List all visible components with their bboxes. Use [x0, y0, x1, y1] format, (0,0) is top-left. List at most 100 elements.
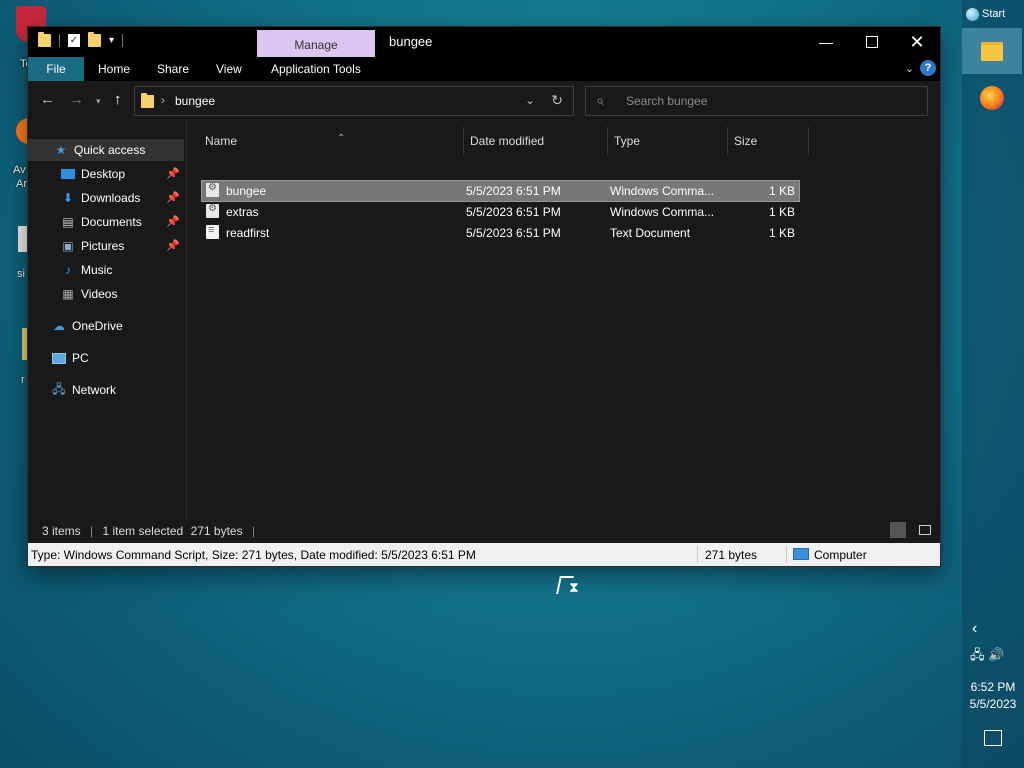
tray-icons: 🖧 🔊	[970, 646, 1004, 668]
firefox-icon[interactable]	[980, 86, 1004, 110]
file-date: 5/5/2023 6:51 PM	[466, 226, 561, 240]
file-date: 5/5/2023 6:51 PM	[466, 184, 561, 198]
desktop-icon	[61, 167, 75, 181]
nav-item-onedrive[interactable]: ☁ OneDrive	[28, 315, 184, 337]
address-bar[interactable]: › bungee ⌄ ↻	[134, 86, 574, 116]
table-row[interactable]: readfirst 5/5/2023 6:51 PM Text Document…	[202, 223, 799, 243]
file-name: readfirst	[226, 226, 270, 240]
text-file-icon	[206, 224, 219, 239]
table-row[interactable]: bungee 5/5/2023 6:51 PM Windows Comma...…	[201, 180, 800, 202]
column-header-name[interactable]: ⌃ Name	[199, 127, 464, 155]
close-button[interactable]: ✕	[894, 27, 940, 57]
window-title: bungee	[389, 34, 433, 49]
search-icon: ⌕	[596, 92, 604, 108]
customize-qat-chevron-icon[interactable]: ▾	[109, 35, 114, 46]
nav-item-label: Music	[81, 263, 113, 277]
tab-file[interactable]: File	[28, 57, 84, 81]
pin-icon[interactable]: 📌	[166, 239, 180, 252]
volume-icon[interactable]: 🔊	[988, 647, 1004, 662]
breadcrumb-chevron-icon[interactable]: ›	[161, 93, 165, 107]
nav-item-desktop[interactable]: Desktop 📌	[28, 163, 184, 185]
maximize-icon	[866, 36, 878, 48]
cmd-script-icon	[206, 182, 219, 197]
pictures-icon: ▣	[62, 239, 74, 253]
breadcrumb-bungee[interactable]: bungee	[175, 94, 215, 108]
ribbon-tabs: File Home Share View Application Tools ⌄…	[28, 57, 940, 81]
tab-home[interactable]: Home	[98, 57, 130, 81]
divider: |	[251, 524, 256, 538]
file-type: Windows Comma...	[610, 205, 715, 219]
maximize-button[interactable]	[849, 27, 895, 57]
start-orb-icon	[966, 7, 979, 21]
column-header-label: Name	[205, 134, 238, 148]
nav-item-downloads[interactable]: ⬇ Downloads 📌	[28, 187, 184, 209]
clock[interactable]: 6:52 PM 5/5/2023	[962, 679, 1024, 713]
ribbon-right-controls: ⌄ ?	[905, 60, 936, 76]
details-bar: Type: Windows Command Script, Size: 271 …	[28, 543, 940, 566]
column-header-label: Date modified	[470, 134, 545, 148]
file-size: 1 KB	[768, 226, 795, 240]
nav-item-label: Quick access	[74, 143, 146, 157]
minimize-icon: —	[819, 34, 833, 50]
properties-icon[interactable]: ✓	[68, 34, 80, 47]
back-arrow-icon[interactable]: ←	[40, 91, 55, 108]
selection-details: Type: Windows Command Script, Size: 271 …	[31, 548, 476, 562]
action-center-icon[interactable]	[984, 730, 1002, 746]
network-status-icon[interactable]: 🖧	[970, 647, 985, 662]
nav-item-pictures[interactable]: ▣ Pictures 📌	[28, 235, 184, 257]
nav-item-network[interactable]: 🖧 Network	[28, 379, 184, 401]
download-icon: ⬇	[62, 191, 74, 205]
navigation-pane: ★ Quick access Desktop 📌 ⬇ Downloads 📌 ▤…	[28, 121, 187, 525]
file-name: extras	[226, 205, 259, 219]
tab-manage[interactable]: Manage	[257, 30, 375, 57]
file-size: 1 KB	[768, 205, 795, 219]
show-hidden-icons-chevron-icon[interactable]: ‹	[972, 620, 977, 638]
document-icon: ▤	[62, 215, 74, 229]
file-size: 1 KB	[768, 184, 795, 198]
column-header-type[interactable]: Type	[608, 127, 728, 155]
folder-icon	[38, 32, 51, 47]
column-header-size[interactable]: Size	[728, 127, 809, 155]
nav-item-music[interactable]: ♪ Music	[28, 259, 184, 281]
nav-item-documents[interactable]: ▤ Documents 📌	[28, 211, 184, 233]
desktop-icon-label: si	[17, 268, 25, 280]
tab-share[interactable]: Share	[157, 57, 189, 81]
nav-item-videos[interactable]: ▦ Videos	[28, 283, 184, 305]
nav-item-label: OneDrive	[72, 319, 123, 333]
nav-item-pc[interactable]: PC	[28, 347, 184, 369]
nav-item-quick-access[interactable]: ★ Quick access	[28, 139, 184, 161]
recent-locations-chevron-icon[interactable]: ▾	[96, 96, 101, 107]
minimize-button[interactable]: —	[803, 27, 849, 57]
help-icon[interactable]: ?	[920, 60, 936, 76]
search-box[interactable]: ⌕ Search bungee	[585, 86, 928, 116]
details-view-icon[interactable]	[890, 522, 906, 538]
divider	[59, 34, 60, 47]
up-arrow-icon[interactable]: ↑	[114, 91, 122, 108]
cloud-icon: ☁	[53, 319, 65, 333]
desktop-icon-label: Ar	[16, 178, 27, 190]
pin-icon[interactable]: 📌	[166, 215, 180, 228]
selection-size: 271 bytes	[705, 548, 758, 562]
search-input[interactable]: Search bungee	[626, 94, 707, 108]
tab-application-tools[interactable]: Application Tools	[271, 57, 361, 81]
forward-arrow-icon[interactable]: →	[69, 91, 84, 108]
address-history-chevron-icon[interactable]: ⌄	[525, 93, 535, 107]
taskbar-file-explorer[interactable]	[962, 28, 1022, 74]
tab-view[interactable]: View	[216, 57, 242, 81]
pin-icon[interactable]: 📌	[166, 167, 180, 180]
videos-icon: ▦	[62, 287, 74, 301]
new-folder-icon[interactable]	[88, 32, 101, 47]
refresh-icon[interactable]: ↻	[551, 92, 563, 109]
table-row[interactable]: extras 5/5/2023 6:51 PM Windows Comma...…	[202, 202, 799, 222]
column-header-label: Type	[614, 134, 641, 148]
start-button[interactable]: Start	[966, 4, 1016, 24]
file-type: Text Document	[610, 226, 691, 240]
column-header-date-modified[interactable]: Date modified	[464, 127, 608, 155]
nav-item-label: Videos	[81, 287, 118, 301]
folder-icon	[141, 93, 154, 108]
nav-item-label: Network	[72, 383, 117, 397]
large-icons-view-icon[interactable]	[916, 522, 932, 538]
pin-icon[interactable]: 📌	[166, 191, 180, 204]
expand-ribbon-chevron-icon[interactable]: ⌄	[905, 62, 914, 75]
cmd-script-icon	[206, 203, 219, 218]
